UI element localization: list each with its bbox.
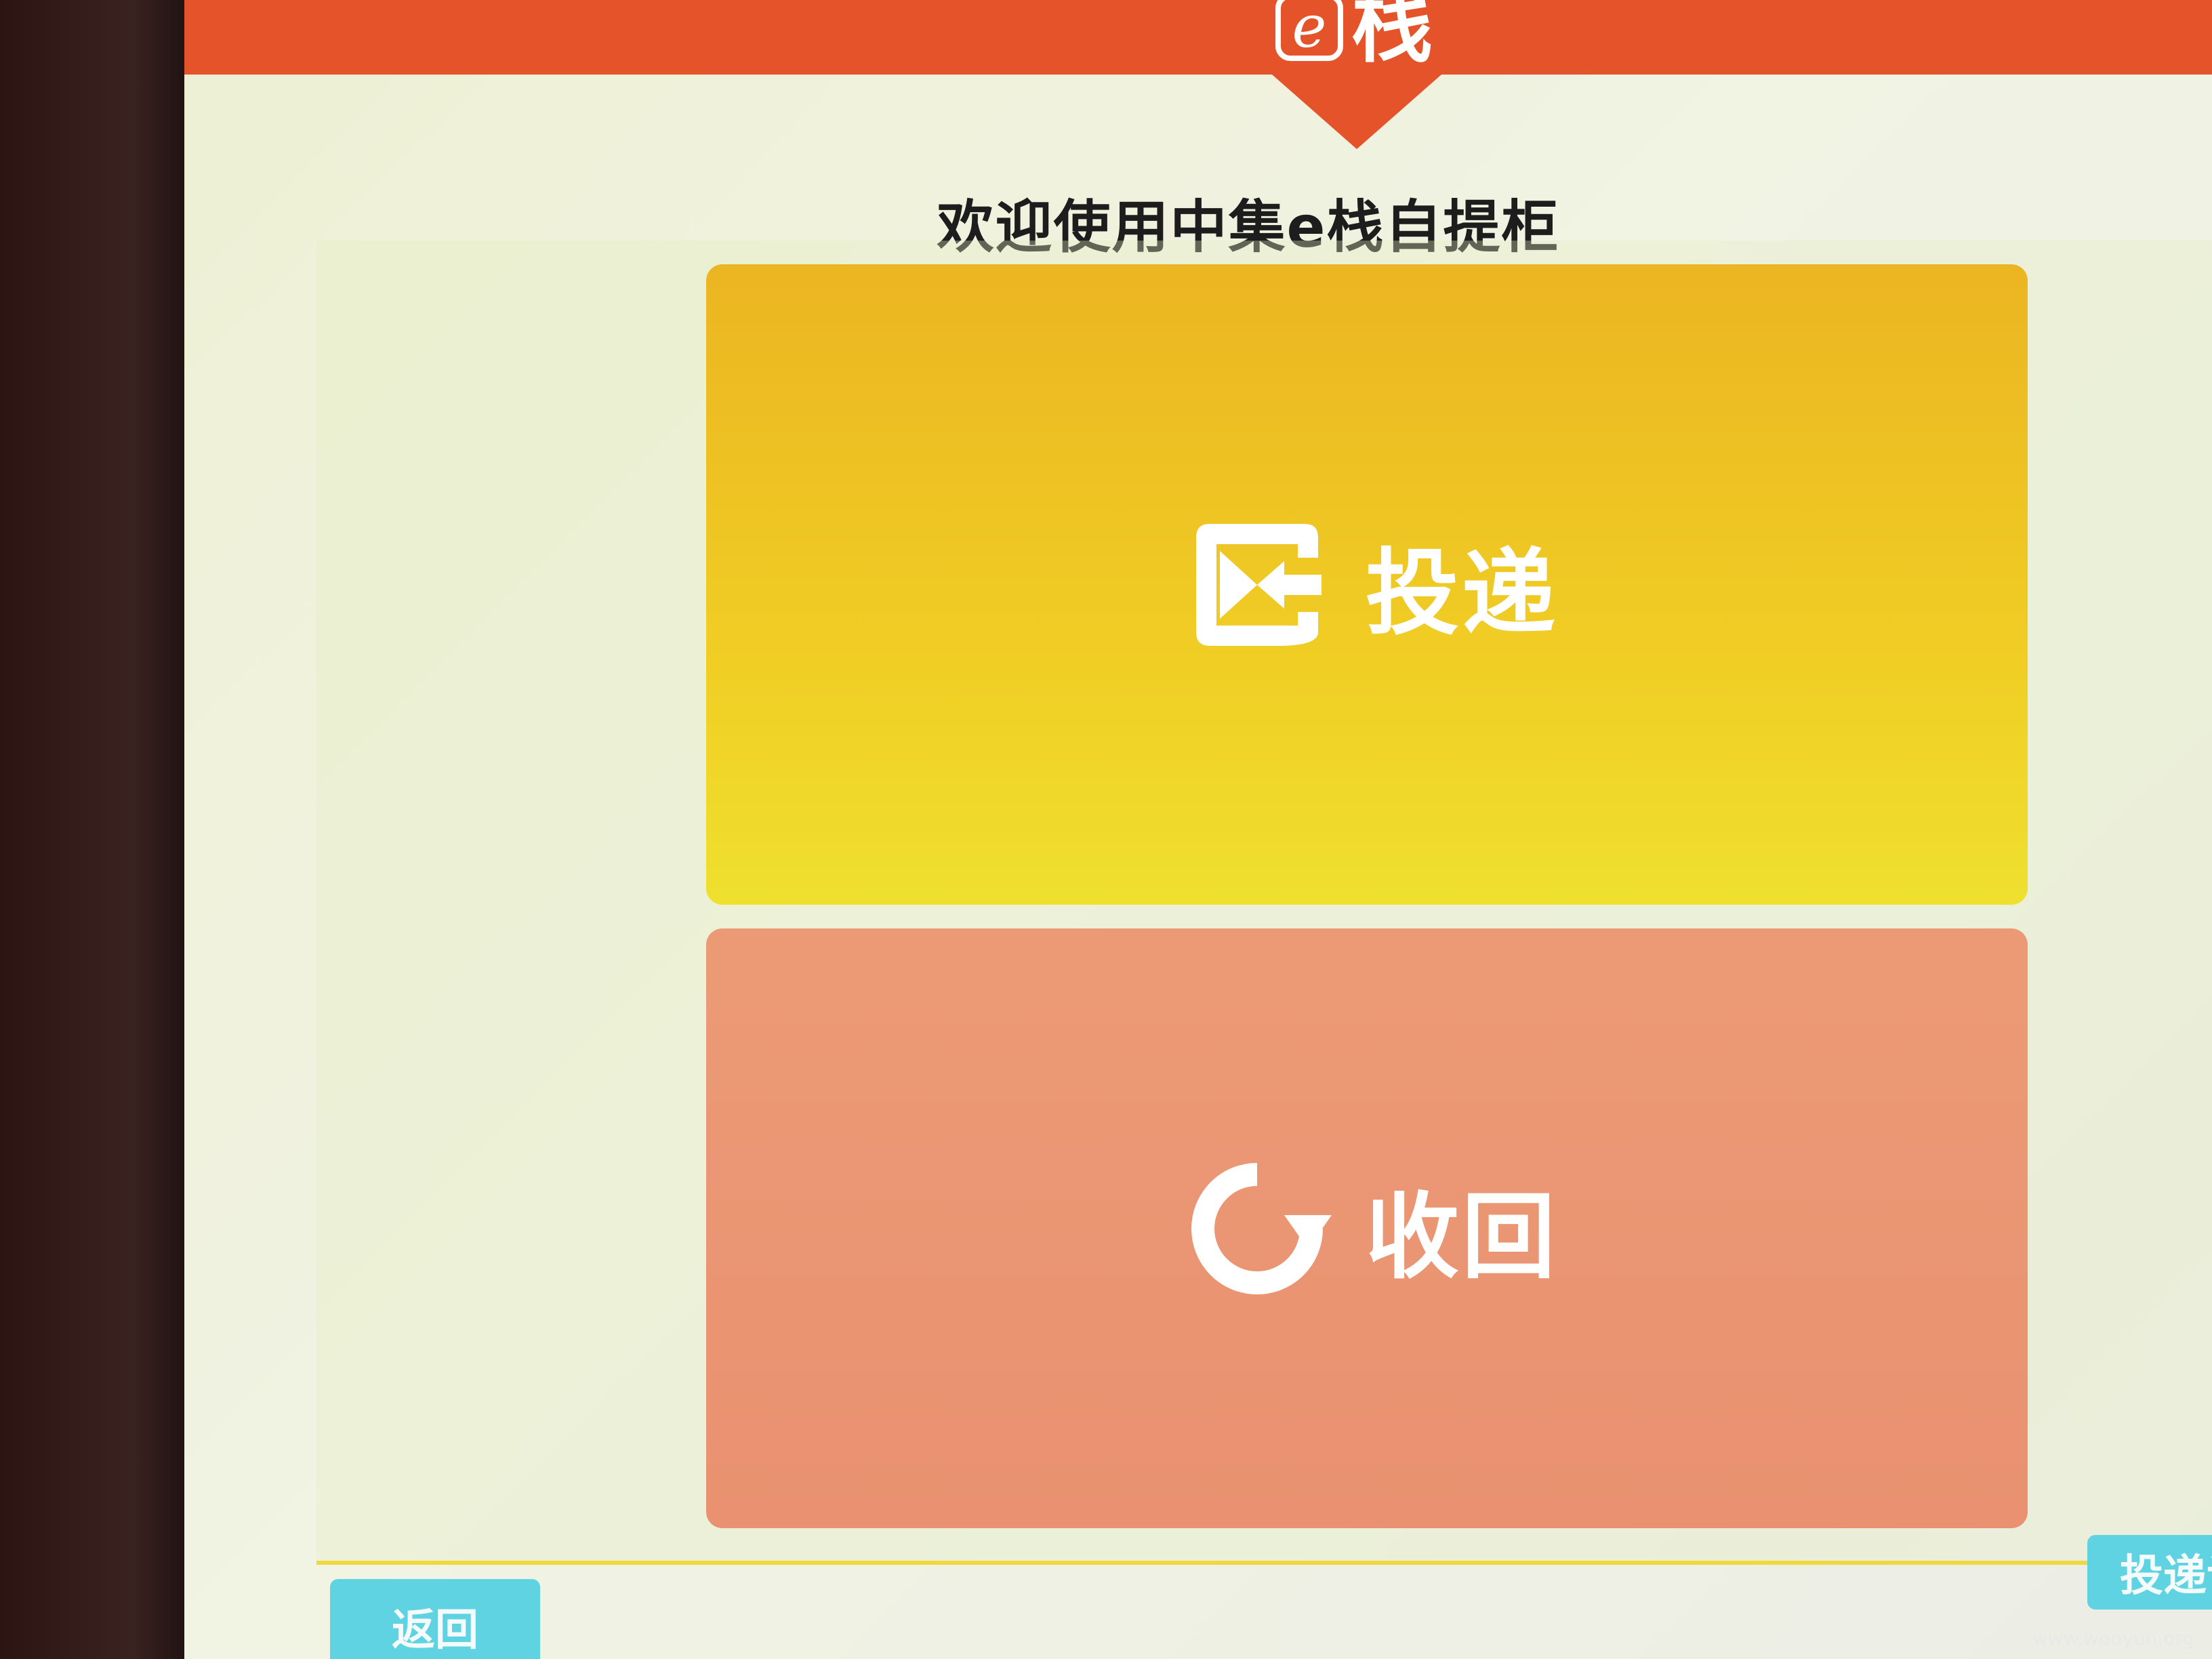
watermark: www.wooyun.org [2032,1627,2194,1650]
retrieve-label: 收回 [1365,1182,1558,1292]
logo-e-badge: e [1275,0,1343,61]
back-button[interactable]: 返回 [330,1579,540,1659]
deliver-button[interactable]: 投递 [706,264,2028,905]
monitor-bezel [0,0,190,1659]
deliver-label: 投递 [1365,538,1558,648]
brand-logo: e 栈 [1275,0,1506,75]
retrieve-button[interactable]: 收回 [706,928,2028,1528]
refresh-circle-arrow-icon [1176,1147,1338,1310]
deliver-record-button[interactable]: 投递记 [2087,1535,2212,1610]
deliver-into-box-icon [1176,504,1338,666]
kiosk-screen: e 栈 欢迎使用中集e栈自提柜 投递 收回 返回 投递记 www.wooyun.… [184,0,2212,1659]
logo-text: 栈 [1351,0,1433,74]
